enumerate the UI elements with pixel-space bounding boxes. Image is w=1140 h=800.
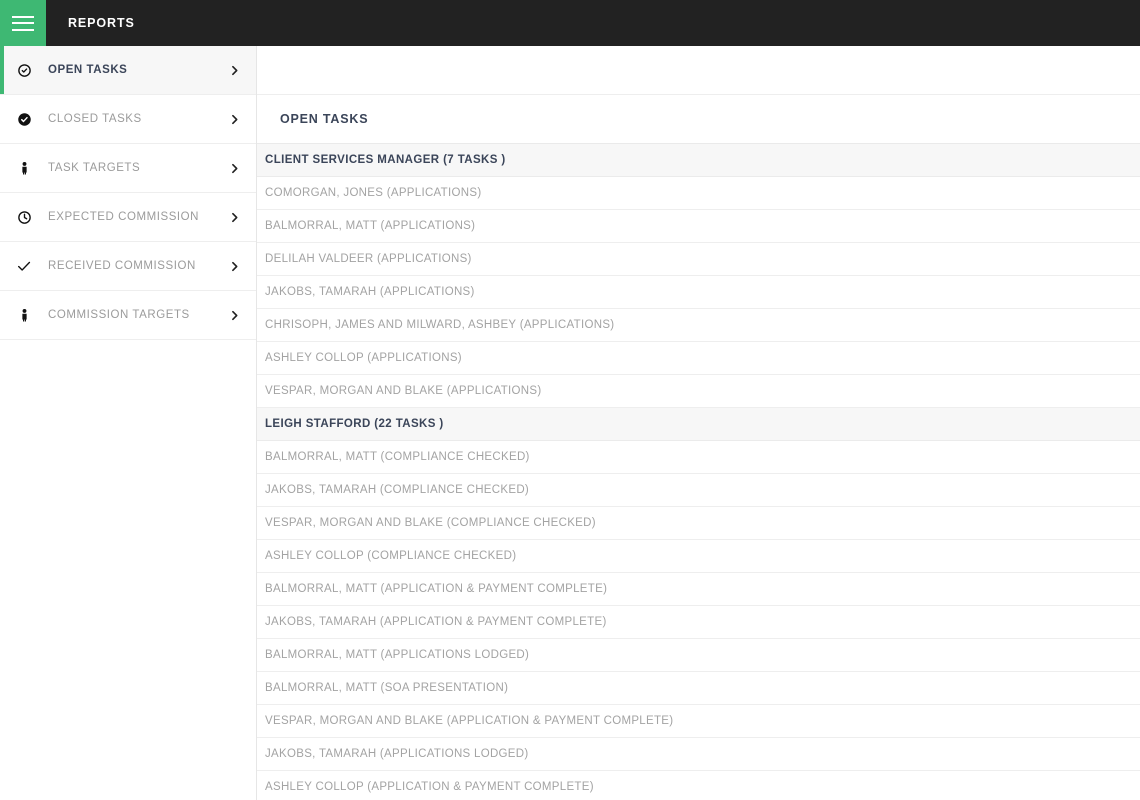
sidebar-item-label: COMMISSION TARGETS	[48, 309, 190, 321]
sidebar-item-label: CLOSED TASKS	[48, 113, 142, 125]
sidebar-item-closed-tasks[interactable]: CLOSED TASKS	[0, 95, 256, 144]
chevron-right-icon[interactable]	[212, 211, 256, 224]
sidebar-item-expected-commission[interactable]: EXPECTED COMMISSION	[0, 193, 256, 242]
task-row[interactable]: DELILAH VALDEER (APPLICATIONS)	[257, 243, 1140, 276]
sidebar: OPEN TASKS CLOSED TASKS TASK TARGETS EXPECT…	[0, 46, 257, 800]
person-icon	[0, 308, 48, 323]
sidebar-item-commission-targets[interactable]: COMMISSION TARGETS	[0, 291, 256, 340]
task-row[interactable]: COMORGAN, JONES (APPLICATIONS)	[257, 177, 1140, 210]
sidebar-item-label: TASK TARGETS	[48, 162, 141, 174]
task-row[interactable]: ASHLEY COLLOP (COMPLIANCE CHECKED)	[257, 540, 1140, 573]
top-bar: REPORTS	[0, 0, 1140, 46]
task-row[interactable]: JAKOBS, TAMARAH (COMPLIANCE CHECKED)	[257, 474, 1140, 507]
circle-check-filled-icon	[0, 112, 48, 127]
task-row[interactable]: JAKOBS, TAMARAH (APPLICATION & PAYMENT C…	[257, 606, 1140, 639]
chevron-right-icon[interactable]	[212, 64, 256, 77]
page-title: REPORTS	[68, 16, 135, 30]
panel-title: OPEN TASKS	[280, 112, 369, 126]
sidebar-item-label: EXPECTED COMMISSION	[48, 211, 200, 223]
sidebar-item-label: RECEIVED COMMISSION	[48, 260, 196, 272]
person-icon	[0, 161, 48, 176]
chevron-right-icon[interactable]	[212, 309, 256, 322]
task-row[interactable]: JAKOBS, TAMARAH (APPLICATIONS)	[257, 276, 1140, 309]
task-row[interactable]: BALMORRAL, MATT (APPLICATIONS LODGED)	[257, 639, 1140, 672]
chevron-right-icon[interactable]	[212, 260, 256, 273]
task-row[interactable]: CHRISOPH, JAMES AND MILWARD, ASHBEY (APP…	[257, 309, 1140, 342]
task-row[interactable]: ASHLEY COLLOP (APPLICATIONS)	[257, 342, 1140, 375]
task-group-header: LEIGH STAFFORD (22 TASKS )	[257, 408, 1140, 441]
task-row[interactable]: BALMORRAL, MATT (APPLICATION & PAYMENT C…	[257, 573, 1140, 606]
sidebar-item-open-tasks[interactable]: OPEN TASKS	[0, 46, 256, 95]
content-top-spacer	[257, 46, 1140, 95]
task-row[interactable]: BALMORRAL, MATT (SOA PRESENTATION)	[257, 672, 1140, 705]
task-row[interactable]: VESPAR, MORGAN AND BLAKE (COMPLIANCE CHE…	[257, 507, 1140, 540]
check-icon	[0, 258, 48, 274]
chevron-right-icon[interactable]	[212, 113, 256, 126]
task-row[interactable]: ASHLEY COLLOP (APPLICATION & PAYMENT COM…	[257, 771, 1140, 800]
panel-title-bar: OPEN TASKS	[257, 95, 1140, 144]
main-content: OPEN TASKS CLIENT SERVICES MANAGER (7 TA…	[257, 46, 1140, 800]
task-row[interactable]: BALMORRAL, MATT (APPLICATIONS)	[257, 210, 1140, 243]
task-row[interactable]: BALMORRAL, MATT (COMPLIANCE CHECKED)	[257, 441, 1140, 474]
task-row[interactable]: JAKOBS, TAMARAH (APPLICATIONS LODGED)	[257, 738, 1140, 771]
clock-icon	[0, 210, 48, 225]
task-row[interactable]: VESPAR, MORGAN AND BLAKE (APPLICATION & …	[257, 705, 1140, 738]
circle-check-outline-icon	[0, 63, 48, 78]
task-row[interactable]: VESPAR, MORGAN AND BLAKE (APPLICATIONS)	[257, 375, 1140, 408]
task-group-header: CLIENT SERVICES MANAGER (7 TASKS )	[257, 144, 1140, 177]
sidebar-item-received-commission[interactable]: RECEIVED COMMISSION	[0, 242, 256, 291]
sidebar-item-task-targets[interactable]: TASK TARGETS	[0, 144, 256, 193]
chevron-right-icon[interactable]	[212, 162, 256, 175]
sidebar-item-label: OPEN TASKS	[48, 64, 128, 76]
task-list: CLIENT SERVICES MANAGER (7 TASKS ) COMORG…	[257, 144, 1140, 800]
hamburger-menu-button[interactable]	[0, 0, 46, 46]
hamburger-icon	[12, 15, 34, 31]
